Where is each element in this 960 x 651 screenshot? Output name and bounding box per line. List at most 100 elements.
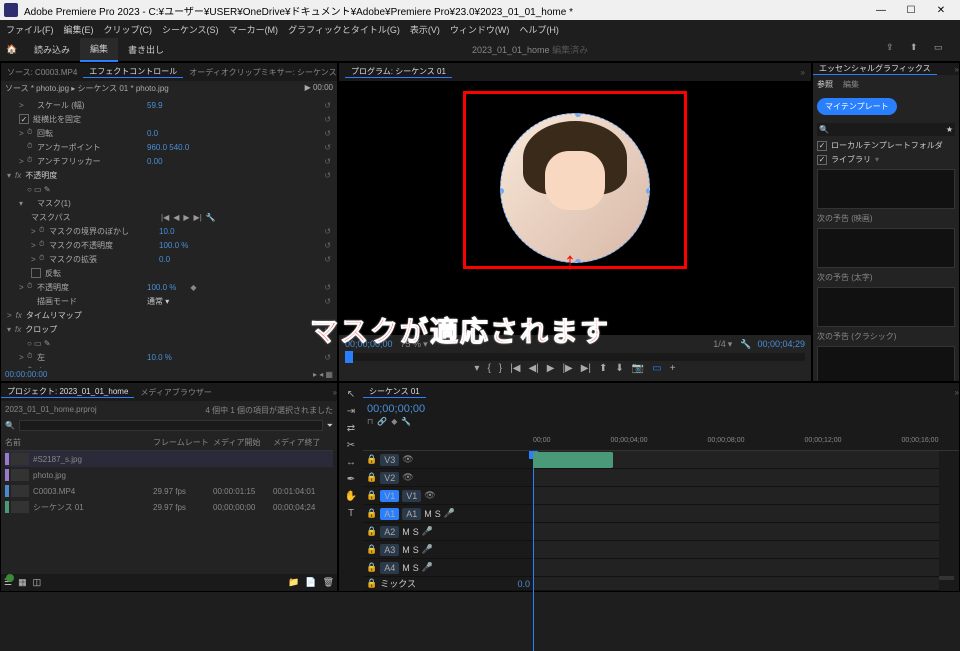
property-value[interactable]: 960.0 540.0: [147, 143, 189, 152]
effect-property-row[interactable]: >fxタイムリマップ: [3, 308, 335, 322]
add-marker-icon[interactable]: ▾: [474, 363, 479, 374]
project-item-row[interactable]: C0003.MP429.97 fps00:00:01:1500:01:04:01: [5, 483, 333, 499]
template-thumbnail[interactable]: [817, 346, 955, 382]
video-track-header[interactable]: 🔒V2👁: [363, 469, 533, 487]
search-input[interactable]: [829, 125, 946, 134]
home-button[interactable]: 🏠: [0, 38, 24, 62]
panel-menu-icon[interactable]: »: [801, 68, 805, 77]
workspace-menu-icon[interactable]: ▭: [934, 42, 950, 58]
new-item-icon[interactable]: 📄: [305, 577, 316, 588]
effect-property-row[interactable]: ▾マスク(1): [3, 196, 335, 210]
effect-property-row[interactable]: ○ ▭ ✎: [3, 182, 335, 196]
linked-selection-icon[interactable]: 🔗: [377, 417, 387, 426]
video-track-header[interactable]: 🔒V3👁: [363, 451, 533, 469]
menu-clip[interactable]: クリップ(C): [104, 23, 153, 36]
effect-property-row[interactable]: >⏱マスクの不透明度100.0 %↺: [3, 238, 335, 252]
col-framerate[interactable]: フレームレート: [153, 437, 213, 448]
selection-tool-icon[interactable]: ↖: [347, 389, 355, 400]
effect-property-row[interactable]: ○ ▭ ✎: [3, 336, 335, 350]
panel-menu-icon[interactable]: »: [333, 388, 337, 397]
checkbox[interactable]: [31, 268, 41, 278]
my-templates-button[interactable]: マイテンプレート: [817, 98, 897, 115]
tab-audio-mixer[interactable]: オーディオクリップミキサー: シーケンス: [183, 67, 338, 78]
tab-source[interactable]: ソース: C0003.MP4: [1, 67, 83, 78]
panel-menu-icon[interactable]: »: [955, 388, 959, 397]
property-value[interactable]: 10.0: [159, 227, 175, 236]
resolution-select[interactable]: 1/4: [713, 339, 726, 349]
wrench-icon[interactable]: 🔧: [740, 339, 751, 350]
close-button[interactable]: ✕: [926, 0, 956, 20]
effect-property-row[interactable]: >⏱マスクの拡張0.0↺: [3, 252, 335, 266]
quick-export-icon[interactable]: ⇪: [886, 42, 902, 58]
workspace-tab-import[interactable]: 読み込み: [24, 38, 80, 62]
menu-marker[interactable]: マーカー(M): [229, 23, 279, 36]
type-tool-icon[interactable]: T: [348, 508, 354, 519]
freeform-icon[interactable]: ◫: [33, 577, 42, 588]
marker-icon[interactable]: ◆: [391, 417, 397, 426]
project-item-row[interactable]: #S2187_s.jpg: [5, 451, 333, 467]
tab-project[interactable]: プロジェクト: 2023_01_01_home: [1, 386, 134, 398]
effect-property-row[interactable]: 描画モード通常 ▾↺: [3, 294, 335, 308]
col-media-start[interactable]: メディア開始: [213, 437, 273, 448]
extract-icon[interactable]: ⬇: [615, 363, 623, 374]
effect-property-row[interactable]: >⏱左10.0 %↺: [3, 350, 335, 364]
effect-property-row[interactable]: マスクパス|◀◀▶▶|🔧: [3, 210, 335, 224]
effect-property-row[interactable]: 反転: [3, 266, 335, 280]
play-icon[interactable]: ▶: [547, 363, 555, 374]
program-viewport[interactable]: [339, 81, 811, 335]
razor-tool-icon[interactable]: ✂: [347, 440, 355, 451]
workspace-tab-edit[interactable]: 編集: [80, 38, 118, 62]
new-bin-icon[interactable]: 📁: [288, 577, 299, 588]
effect-property-row[interactable]: >⏱アンチフリッカー0.00↺: [3, 154, 335, 168]
checkbox[interactable]: [19, 114, 29, 124]
hand-tool-icon[interactable]: ✋: [345, 491, 357, 502]
mark-out-icon[interactable]: }: [499, 363, 502, 374]
workspace-tab-export[interactable]: 書き出し: [118, 38, 174, 62]
audio-track-header[interactable]: 🔒A2MS🎤: [363, 523, 533, 541]
menu-edit[interactable]: 編集(E): [64, 23, 94, 36]
effect-property-row[interactable]: ▾fx不透明度↺: [3, 168, 335, 182]
button-editor-icon[interactable]: +: [670, 363, 676, 374]
step-back-icon[interactable]: ◀|: [528, 363, 538, 374]
property-value[interactable]: 0.0: [147, 129, 158, 138]
template-thumbnail[interactable]: [817, 228, 955, 268]
effect-property-row[interactable]: >⏱回転0.0↺: [3, 126, 335, 140]
star-icon[interactable]: ★: [946, 125, 953, 134]
menu-help[interactable]: ヘルプ(H): [519, 23, 559, 36]
compare-icon[interactable]: ▭: [652, 363, 661, 374]
project-item-row[interactable]: シーケンス 0129.97 fps00;00;00;0000;00;04;24: [5, 499, 333, 515]
panel-menu-icon[interactable]: »: [955, 65, 959, 74]
property-value[interactable]: 100.0 %: [159, 241, 188, 250]
checkbox-library[interactable]: [817, 155, 827, 165]
clip-audio[interactable]: [533, 452, 613, 468]
menu-window[interactable]: ウィンドウ(W): [450, 23, 510, 36]
template-thumbnail[interactable]: [817, 169, 955, 209]
lift-icon[interactable]: ⬆: [599, 363, 607, 374]
template-thumbnail[interactable]: [817, 287, 955, 327]
track-select-icon[interactable]: ⇥: [347, 406, 355, 417]
col-media-end[interactable]: メディア終了: [273, 437, 333, 448]
minimize-button[interactable]: —: [866, 0, 896, 20]
settings-icon[interactable]: 🔧: [401, 417, 411, 426]
tab-program[interactable]: プログラム: シーケンス 01: [345, 66, 452, 78]
eg-search[interactable]: 🔍 ★: [817, 123, 955, 136]
property-value[interactable]: 0.0: [159, 255, 170, 264]
audio-track-header[interactable]: 🔒A1A1MS🎤: [363, 505, 533, 523]
checkbox-local[interactable]: [817, 141, 827, 151]
tab-effect-controls[interactable]: エフェクトコントロール: [83, 66, 183, 78]
property-value[interactable]: 10.0 %: [147, 353, 172, 362]
program-tc-right[interactable]: 00;00;04;29: [757, 339, 805, 349]
audio-track-header[interactable]: 🔒A4MS🎤: [363, 559, 533, 577]
property-value[interactable]: 100.0 %: [147, 283, 176, 292]
timeline-toggle-icon[interactable]: ▸ ◂ ▦: [313, 370, 333, 379]
effect-property-row[interactable]: >⏱マスクの境界のぼかし10.0↺: [3, 224, 335, 238]
trash-icon[interactable]: 🗑: [323, 577, 334, 588]
step-forward-icon[interactable]: |▶: [562, 363, 572, 374]
share-icon[interactable]: ⬆: [910, 42, 926, 58]
col-name[interactable]: 名前: [5, 437, 153, 448]
program-scrubber[interactable]: [345, 353, 805, 361]
snap-icon[interactable]: ⊓: [367, 417, 373, 426]
eg-tab-browse[interactable]: 参照: [817, 79, 833, 90]
icon-view-icon[interactable]: ▦: [18, 577, 27, 588]
menu-view[interactable]: 表示(V): [410, 23, 440, 36]
